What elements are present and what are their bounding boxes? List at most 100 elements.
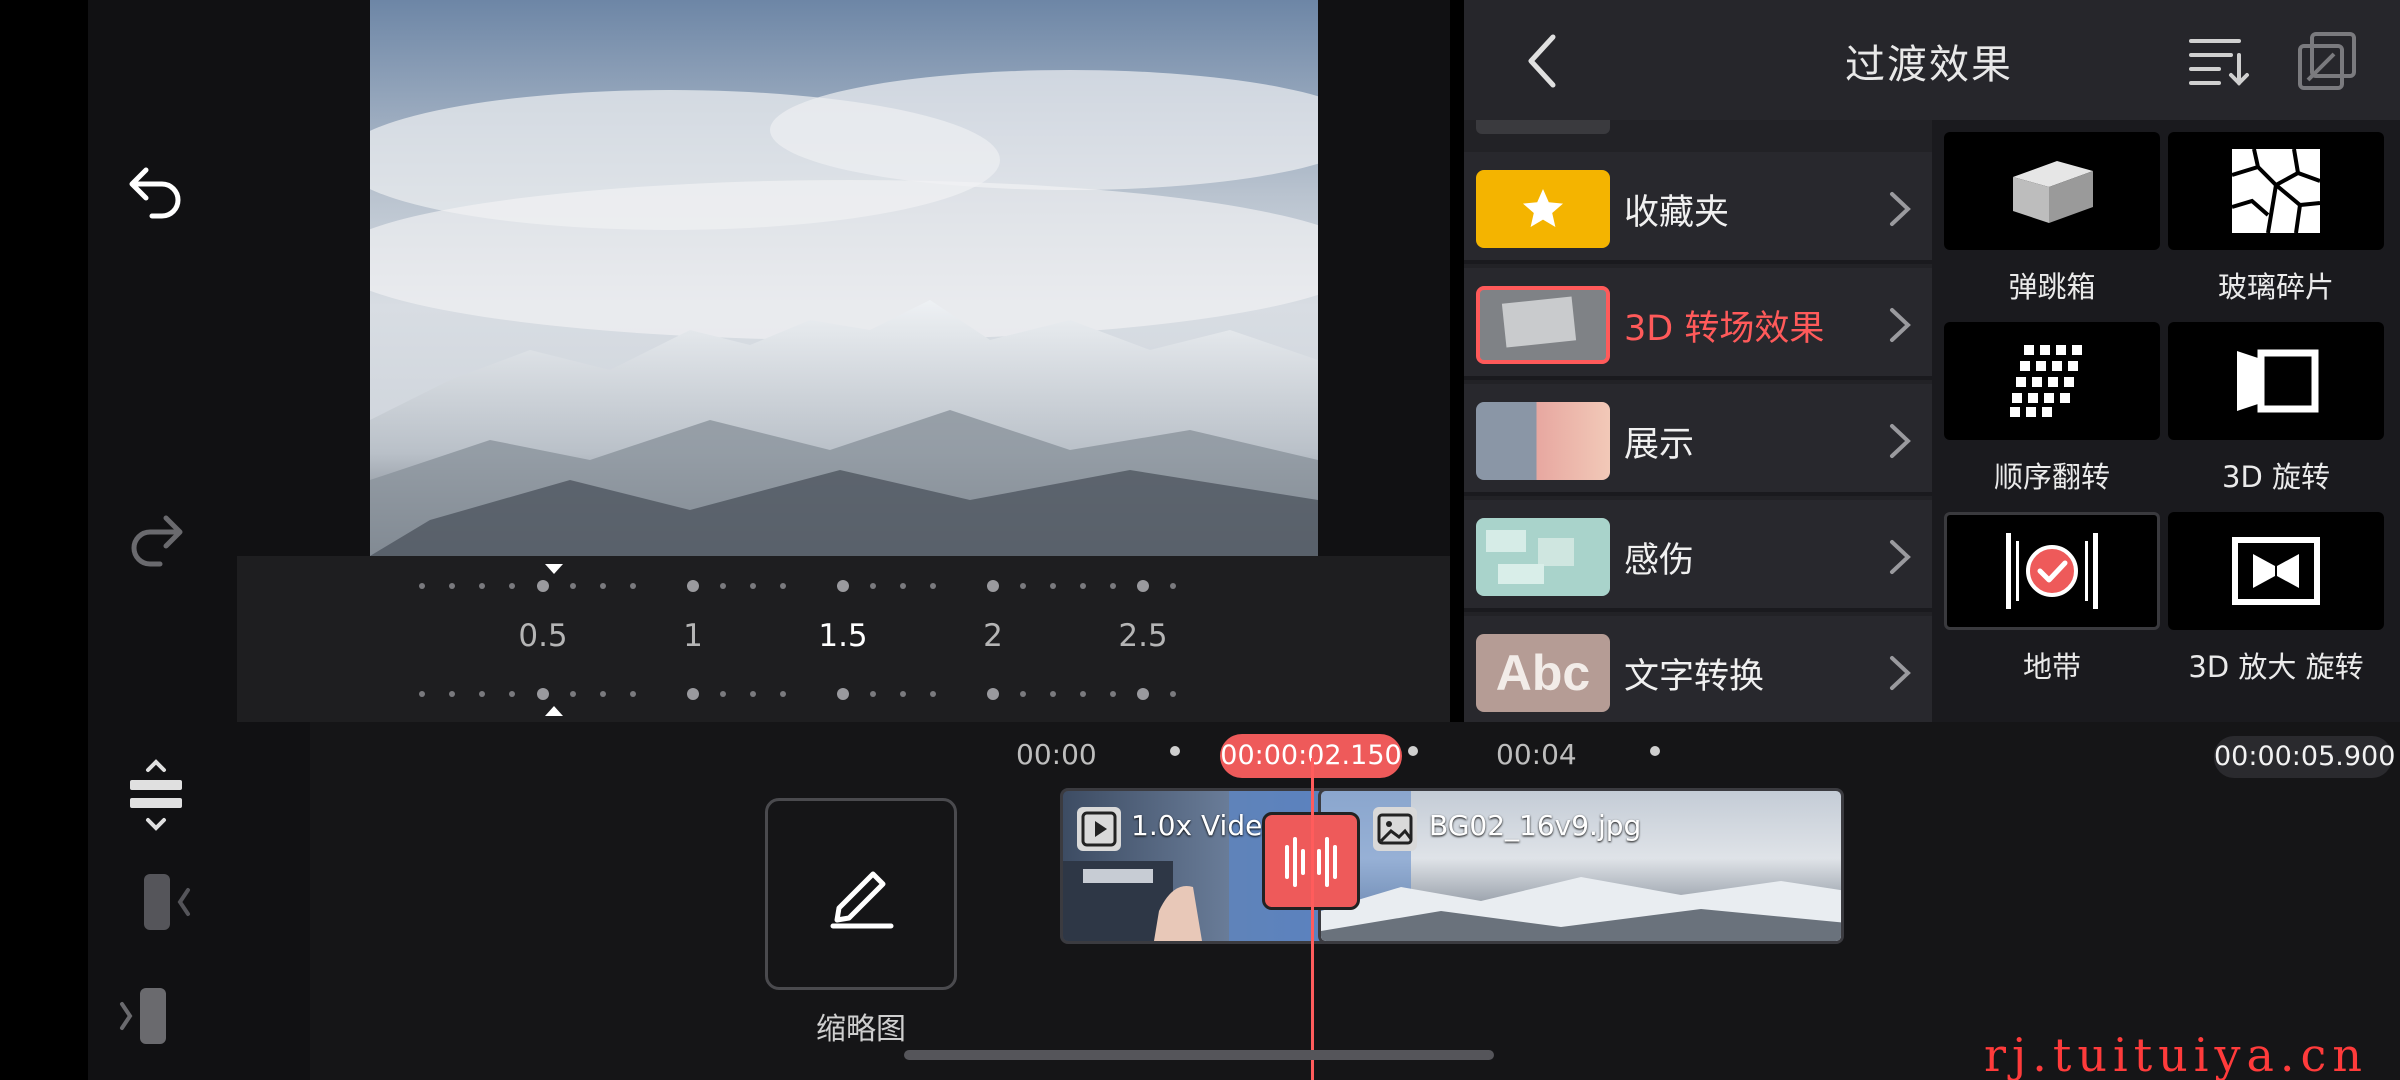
video-preview <box>310 0 1450 556</box>
category-label: 文字转换 <box>1624 657 1765 697</box>
3d-rotate-icon <box>2237 349 2319 413</box>
category-label: 展示 <box>1624 425 1695 465</box>
3d-zoom-rotate-icon <box>2232 537 2320 605</box>
redo-button[interactable] <box>124 504 188 568</box>
chevron-right-icon <box>1890 308 1911 342</box>
track-height-button[interactable] <box>124 758 188 834</box>
watermark: rj.tuituiya.cn <box>1984 1028 2368 1080</box>
timeline: 00:00 00:04 00:00:02.150 00:00:05.900 缩略… <box>88 722 2400 1080</box>
mountain-preview-image <box>370 0 1318 556</box>
total-duration: 00:00:05.900 <box>2214 736 2395 778</box>
favorites-thumb <box>1476 170 1610 248</box>
category-label: 收藏夹 <box>1624 193 1730 233</box>
ruler-tick-label: 00:00 <box>1016 738 1097 771</box>
panel-header: 过渡效果 <box>1464 0 2400 120</box>
speed-label[interactable]: 0.5 <box>503 618 583 654</box>
grid-flip-icon <box>2010 345 2082 417</box>
effect-label: 地带 <box>2022 650 2081 684</box>
effect-thumb <box>2168 322 2384 440</box>
ruler-dot <box>1650 746 1660 756</box>
back-button[interactable] <box>1510 28 1576 94</box>
ruler-labels: 0.5 1 1.5 2 2.5 <box>237 618 1450 658</box>
effect-label: 3D 旋转 <box>2222 460 2330 494</box>
effect-thumb <box>1944 132 2160 250</box>
sentimental-thumb <box>1476 518 1610 596</box>
thumbnail-button[interactable] <box>765 798 957 990</box>
text-transition-thumb: Abc <box>1476 634 1610 712</box>
category-item-showcase[interactable]: 展示 <box>1464 384 1932 496</box>
image-clip[interactable]: BG02_16v9.jpg <box>1318 788 1844 944</box>
sort-button[interactable] <box>2186 28 2252 94</box>
effect-tile-glass-shatter[interactable]: 玻璃碎片 <box>2168 132 2384 306</box>
sentimental-pattern-icon <box>1486 530 1574 584</box>
ruler-tick-label: 00:04 <box>1496 738 1577 771</box>
effect-tile-sequential-flip[interactable]: 顺序翻转 <box>1944 322 2160 496</box>
category-item-sentimental[interactable]: 感伤 <box>1464 500 1932 612</box>
category-label: 感伤 <box>1624 541 1695 581</box>
timeline-scrollbar[interactable] <box>904 1050 1494 1060</box>
image-icon <box>1377 813 1413 845</box>
trim-end-button[interactable] <box>116 984 172 1048</box>
chevron-right-icon <box>1890 192 1911 226</box>
ruler-dot <box>1170 746 1180 756</box>
effect-thumb <box>2168 512 2384 630</box>
play-square-icon <box>1081 811 1117 847</box>
category-item-favorites[interactable]: 收藏夹 <box>1464 152 1932 264</box>
chevron-right-icon <box>1890 424 1911 458</box>
scrolled-item-edge <box>1476 120 1610 134</box>
category-list: 收藏夹 3D 转场效果 展示 感伤 Abc 文字转换 <box>1464 120 1932 722</box>
effect-tile-3d-zoom-rotate[interactable]: 3D 放大 旋转 <box>2168 512 2384 686</box>
speed-label-selected[interactable]: 1.5 <box>803 618 883 654</box>
apply-all-button[interactable] <box>2294 28 2360 94</box>
category-item-3d-transitions[interactable]: 3D 转场效果 <box>1464 268 1932 380</box>
chevron-right-icon <box>1890 540 1911 574</box>
clip-label: 1.0x Video <box>1131 809 1280 842</box>
trim-start-button[interactable] <box>140 870 196 934</box>
effect-tile-zone[interactable]: 地带 <box>1944 512 2160 686</box>
3d-transition-preview-icon <box>1480 290 1606 360</box>
effect-thumb <box>1944 322 2160 440</box>
category-item-text-transitions[interactable]: Abc 文字转换 <box>1464 616 1932 722</box>
preview-frame[interactable] <box>370 0 1318 556</box>
transition-panel: 过渡效果 收藏夹 3D 转场效果 展示 感伤 Abc 文字转换 弹跳箱 玻璃碎片… <box>1464 0 2400 722</box>
effect-label: 3D 放大 旋转 <box>2188 650 2364 684</box>
speed-label[interactable]: 2.5 <box>1103 618 1183 654</box>
timeline-toolbar <box>88 722 310 1080</box>
trim-start-icon <box>144 874 190 930</box>
speed-label[interactable]: 2 <box>953 618 1033 654</box>
undo-button[interactable] <box>124 156 188 220</box>
video-clip-icon <box>1077 807 1121 851</box>
ruler-dot <box>1408 746 1418 756</box>
pencil-icon <box>830 871 894 929</box>
effect-grid: 弹跳箱 玻璃碎片 顺序翻转 3D 旋转 地带 3D 放大 旋转 <box>1944 132 2394 722</box>
effect-label: 玻璃碎片 <box>2217 270 2334 304</box>
playhead[interactable] <box>1311 758 1314 1080</box>
sort-icon <box>2189 39 2249 86</box>
abc-thumb-text: Abc <box>1495 645 1591 701</box>
redo-icon <box>131 515 183 567</box>
effect-label: 顺序翻转 <box>1993 460 2110 494</box>
chevron-left-icon <box>1528 34 1556 88</box>
effect-tile-bounce-box[interactable]: 弹跳箱 <box>1944 132 2160 306</box>
3d-transition-thumb <box>1476 286 1610 364</box>
speed-label[interactable]: 1 <box>653 618 733 654</box>
image-clip-icon <box>1373 807 1417 851</box>
copy-layers-icon <box>2298 32 2356 90</box>
category-label: 3D 转场效果 <box>1624 309 1825 349</box>
clip-label: BG02_16v9.jpg <box>1429 809 1642 842</box>
showcase-thumb <box>1476 402 1610 480</box>
undo-icon <box>129 167 181 219</box>
effect-thumb <box>2168 132 2384 250</box>
effect-tile-3d-rotate[interactable]: 3D 旋转 <box>2168 322 2384 496</box>
glass-box-icon <box>2013 161 2093 223</box>
track-height-icon <box>130 759 182 831</box>
trim-end-icon <box>120 988 166 1044</box>
effect-thumb-selected <box>1944 512 2160 630</box>
thumbnail-label: 缩略图 <box>816 1012 906 1047</box>
panel-title: 过渡效果 <box>1845 42 2013 88</box>
star-icon <box>1523 189 1563 227</box>
effect-label: 弹跳箱 <box>2008 270 2096 304</box>
zone-check-icon <box>2006 533 2098 609</box>
app-root: 0.5 1 1.5 2 2.5 过渡效果 收藏夹 3D 转场效果 展示 感伤 A… <box>0 0 2400 1080</box>
speed-ruler[interactable]: 0.5 1 1.5 2 2.5 <box>237 556 1450 722</box>
